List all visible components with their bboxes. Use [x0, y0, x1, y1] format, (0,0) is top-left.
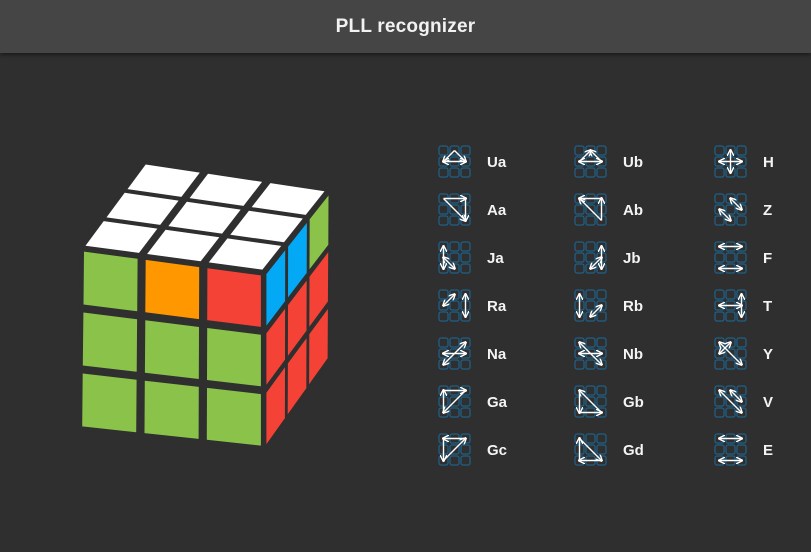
pll-z-icon — [714, 193, 747, 226]
cube-sticker-front-6 — [82, 373, 137, 433]
pll-case-aa[interactable]: Aa — [438, 193, 558, 229]
pll-case-label: Z — [763, 202, 773, 219]
cube-sticker-front-2 — [207, 268, 261, 327]
pll-case-label: V — [763, 394, 774, 411]
cube-sticker-front-0 — [83, 251, 138, 312]
pll-case-t[interactable]: T — [714, 289, 811, 325]
pll-case-gc[interactable]: Gc — [438, 433, 558, 469]
pll-gc-icon — [438, 433, 471, 466]
pll-case-ua[interactable]: Ua — [438, 145, 558, 181]
cube-sticker-front-3 — [82, 312, 138, 372]
pll-rb-icon — [574, 289, 607, 322]
pll-case-ub[interactable]: Ub — [574, 145, 694, 181]
pll-case-h[interactable]: H — [714, 145, 811, 181]
pll-case-label: H — [763, 154, 774, 171]
pll-case-label: Jb — [623, 250, 641, 267]
pll-nb-icon — [574, 337, 607, 370]
pll-case-label: Ra — [487, 298, 507, 315]
pll-case-f[interactable]: F — [714, 241, 811, 277]
pll-case-y[interactable]: Y — [714, 337, 811, 373]
pll-v-icon — [714, 385, 747, 418]
cube-sticker-front-5 — [207, 328, 261, 387]
pll-case-ga[interactable]: Ga — [438, 385, 558, 421]
pll-na-icon — [438, 337, 471, 370]
pll-case-label: Ub — [623, 154, 643, 171]
pll-ga-icon — [438, 385, 471, 418]
cube-sticker-front-7 — [144, 380, 199, 439]
pll-case-label: F — [763, 250, 773, 267]
app-window: PLL recognizer Ua Ub H Aa Ab Z Ja Jb F Ra Rb T Na Nb Y… — [0, 0, 811, 552]
pll-case-gb[interactable]: Gb — [574, 385, 694, 421]
pll-case-v[interactable]: V — [714, 385, 811, 421]
pll-case-rb[interactable]: Rb — [574, 289, 694, 325]
pll-case-grid: Ua Ub H Aa Ab Z Ja Jb F Ra Rb T Na Nb Y Ga Gb V Gc Gd E — [438, 145, 811, 481]
pll-ra-icon — [438, 289, 471, 322]
pll-f-icon — [714, 241, 747, 274]
pll-case-label: Aa — [487, 202, 507, 219]
pll-case-label: Gc — [487, 442, 508, 459]
cube-sticker-front-4 — [144, 320, 199, 379]
pll-case-nb[interactable]: Nb — [574, 337, 694, 373]
pll-case-label: E — [763, 442, 774, 459]
pll-case-ab[interactable]: Ab — [574, 193, 694, 229]
pll-case-ja[interactable]: Ja — [438, 241, 558, 277]
cube-sticker-front-8 — [206, 387, 261, 446]
pll-case-label: Gb — [623, 394, 644, 411]
pll-case-gd[interactable]: Gd — [574, 433, 694, 469]
pll-h-icon — [714, 145, 747, 178]
pll-t-icon — [714, 289, 747, 322]
pll-case-ra[interactable]: Ra — [438, 289, 558, 325]
pll-aa-icon — [438, 193, 471, 226]
pll-case-label: Gd — [623, 442, 644, 459]
pll-case-label: Ua — [487, 154, 507, 171]
pll-y-icon — [714, 337, 747, 370]
pll-ab-icon — [574, 193, 607, 226]
pll-ja-icon — [438, 241, 471, 274]
pll-case-label: Ga — [487, 394, 508, 411]
pll-ub-icon — [574, 145, 607, 178]
pll-case-label: T — [763, 298, 773, 315]
pll-case-jb[interactable]: Jb — [574, 241, 694, 277]
pll-jb-icon — [574, 241, 607, 274]
pll-case-label: Na — [487, 346, 507, 363]
pll-case-label: Y — [763, 346, 774, 363]
pll-gb-icon — [574, 385, 607, 418]
pll-ua-icon — [438, 145, 471, 178]
pll-case-label: Ab — [623, 202, 643, 219]
pll-case-label: Ja — [487, 250, 504, 267]
pll-case-z[interactable]: Z — [714, 193, 811, 229]
pll-case-e[interactable]: E — [714, 433, 811, 469]
pll-case-na[interactable]: Na — [438, 337, 558, 373]
cube-sticker-front-1 — [145, 259, 200, 320]
pll-case-label: Rb — [623, 298, 643, 315]
pll-e-icon — [714, 433, 747, 466]
pll-case-label: Nb — [623, 346, 643, 363]
pll-gd-icon — [574, 433, 607, 466]
